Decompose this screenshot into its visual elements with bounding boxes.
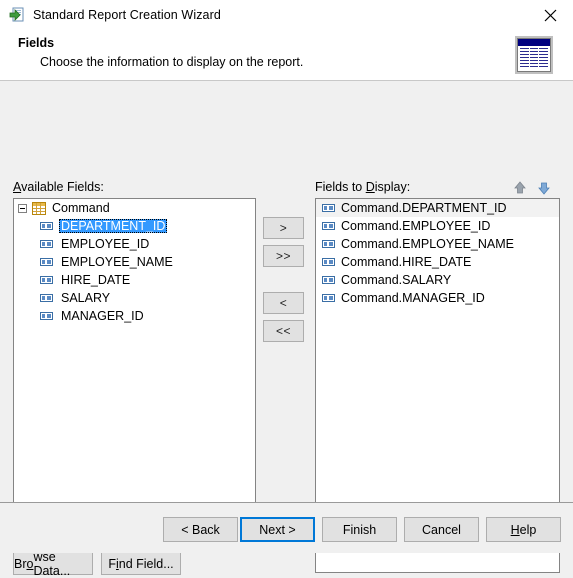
fields-to-display-label: Fields to Display:	[315, 180, 410, 194]
tree-item-department-id[interactable]: DEPARTMENT_ID	[14, 217, 255, 235]
window-title: Standard Report Creation Wizard	[33, 8, 221, 22]
close-icon[interactable]	[528, 0, 573, 30]
fields-to-display-label-key: D	[365, 180, 375, 194]
find-field-button[interactable]: Fi nd Field...	[101, 552, 181, 575]
move-all-right-button[interactable]: >>	[263, 245, 304, 267]
fields-to-display-label-pre: Fields to	[315, 180, 366, 194]
field-icon	[322, 204, 335, 212]
arrow-down-icon[interactable]	[536, 180, 552, 196]
help-label-rest: elp	[519, 522, 537, 537]
list-item-label: Command.MANAGER_ID	[341, 291, 485, 305]
finish-button[interactable]: Finish	[322, 517, 397, 542]
tree-item-employee-id[interactable]: EMPLOYEE_ID	[14, 235, 255, 253]
move-right-button[interactable]: >	[263, 217, 304, 239]
list-item[interactable]: Command.DEPARTMENT_ID	[316, 199, 559, 217]
wizard-header: Fields Choose the information to display…	[0, 30, 573, 81]
collapse-expander-icon[interactable]	[18, 203, 27, 213]
available-fields-label-key: A	[13, 180, 22, 194]
field-icon	[322, 222, 335, 230]
wizard-footer: < Back Next > Finish Cancel Help	[0, 502, 573, 553]
browse-data-label-key: o	[26, 556, 34, 571]
tree-item-label: DEPARTMENT_ID	[59, 219, 168, 233]
tree-item-label: MANAGER_ID	[61, 309, 144, 323]
report-wizard-icon	[9, 7, 25, 23]
tree-item-label: SALARY	[61, 291, 111, 305]
list-item[interactable]: Command.MANAGER_ID	[316, 289, 559, 307]
field-icon	[40, 312, 53, 320]
field-icon	[40, 276, 53, 284]
page-subtitle: Choose the information to display on the…	[40, 55, 304, 69]
list-item-label: Command.HIRE_DATE	[341, 255, 472, 269]
tree-item-label: EMPLOYEE_ID	[61, 237, 150, 251]
available-fields-tree[interactable]: Command DEPARTMENT_ID EMPLOYEE_ID EMPLOY…	[13, 198, 256, 548]
help-button[interactable]: Help	[486, 517, 561, 542]
fields-to-display-label-post: isplay:	[374, 180, 411, 194]
title-bar: Standard Report Creation Wizard	[0, 0, 573, 30]
help-label-key: H	[510, 522, 520, 537]
tree-item-manager-id[interactable]: MANAGER_ID	[14, 307, 255, 325]
find-field-label-pre: F	[108, 556, 116, 571]
find-field-label-post: nd Field...	[118, 556, 174, 571]
next-button[interactable]: Next >	[240, 517, 315, 542]
field-icon	[40, 258, 53, 266]
page-title: Fields	[18, 36, 55, 50]
field-icon	[322, 258, 335, 266]
tree-item-label: EMPLOYEE_NAME	[61, 255, 173, 269]
table-icon	[32, 201, 46, 215]
tree-root-command[interactable]: Command	[14, 199, 255, 217]
field-icon	[322, 294, 335, 302]
list-item[interactable]: Command.EMPLOYEE_NAME	[316, 235, 559, 253]
back-button[interactable]: < Back	[163, 517, 238, 542]
browse-data-button[interactable]: Br o wse Data...	[13, 549, 93, 578]
tree-item-label: HIRE_DATE	[61, 273, 131, 287]
list-item[interactable]: Command.EMPLOYEE_ID	[316, 217, 559, 235]
wizard-body: Available Fields: Fields to Display: Com…	[0, 81, 573, 578]
field-icon	[40, 294, 53, 302]
available-fields-label: Available Fields:	[13, 180, 104, 194]
list-item-label: Command.EMPLOYEE_ID	[341, 219, 491, 233]
browse-data-label-post: wse Data...	[33, 549, 71, 578]
field-icon	[40, 222, 53, 230]
field-icon	[322, 240, 335, 248]
list-item-label: Command.EMPLOYEE_NAME	[341, 237, 514, 251]
field-icon	[40, 240, 53, 248]
move-all-left-button[interactable]: <<	[263, 320, 304, 342]
tree-item-employee-name[interactable]: EMPLOYEE_NAME	[14, 253, 255, 271]
field-icon	[322, 276, 335, 284]
list-item-label: Command.SALARY	[341, 273, 452, 287]
tree-item-salary[interactable]: SALARY	[14, 289, 255, 307]
tree-item-hire-date[interactable]: HIRE_DATE	[14, 271, 255, 289]
list-item-label: Command.DEPARTMENT_ID	[341, 201, 507, 215]
report-preview-icon	[515, 36, 553, 74]
list-item[interactable]: Command.HIRE_DATE	[316, 253, 559, 271]
move-left-button[interactable]: <	[263, 292, 304, 314]
available-fields-label-rest: vailable Fields:	[21, 180, 104, 194]
tree-root-label: Command	[52, 201, 110, 215]
cancel-button[interactable]: Cancel	[404, 517, 479, 542]
arrow-up-icon[interactable]	[512, 180, 528, 196]
list-item[interactable]: Command.SALARY	[316, 271, 559, 289]
browse-data-label-pre: Br	[14, 556, 27, 571]
